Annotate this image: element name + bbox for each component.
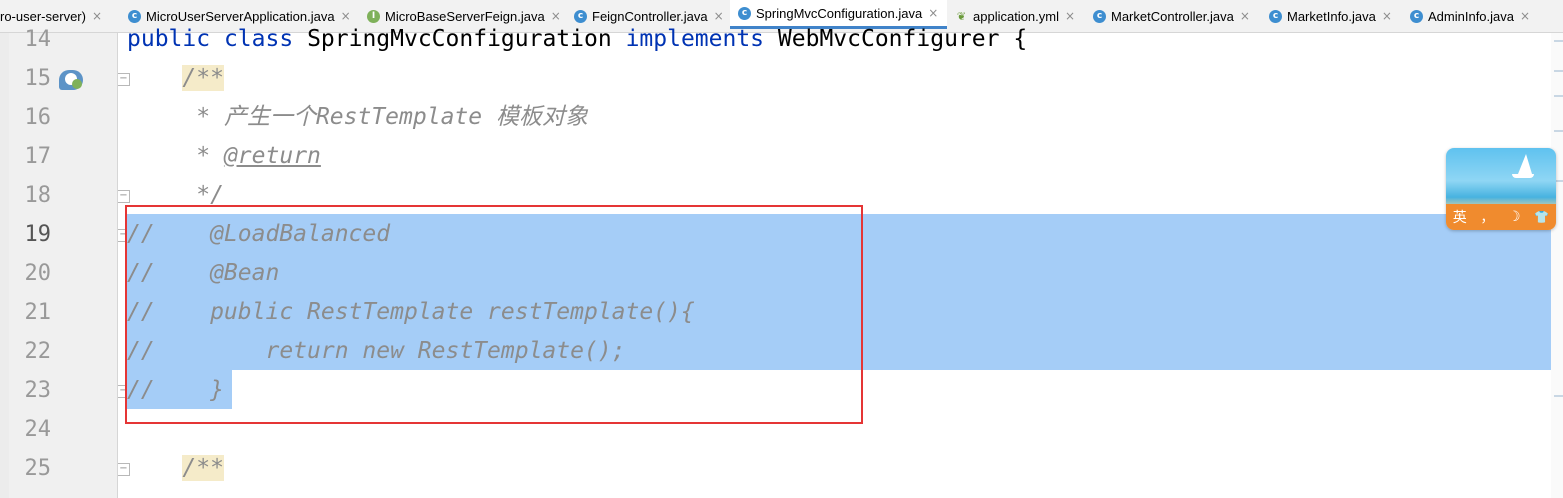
ime-punct-toggle[interactable]: ， — [1480, 207, 1494, 227]
close-icon[interactable]: × — [928, 6, 938, 20]
line-number: 20 — [24, 261, 52, 286]
shirt-icon[interactable]: 👕 — [1534, 210, 1549, 224]
sailboat-hull — [1512, 174, 1534, 178]
line-number-gutter: 14 15 16 17 18 19 20 21 22 23 24 25 − − … — [9, 27, 130, 498]
tab-label: MarketController.java — [1111, 8, 1234, 24]
close-icon[interactable]: × — [1382, 9, 1392, 23]
close-icon[interactable]: × — [1520, 9, 1530, 23]
class-icon: c — [1093, 9, 1106, 23]
code-line-14: public class SpringMvcConfiguration impl… — [127, 20, 1027, 59]
tab-label: AdminInfo.java — [1428, 8, 1514, 24]
scroll-marker[interactable] — [1554, 95, 1563, 97]
javadoc-text: * 产生一个RestTemplate 模板对象 — [196, 104, 588, 130]
code-line-25: /** — [127, 449, 224, 488]
scroll-marker[interactable] — [1554, 130, 1563, 132]
tab-market-info[interactable]: c MarketInfo.java × — [1269, 0, 1399, 32]
sailboat-icon — [1518, 154, 1532, 174]
class-icon: c — [738, 6, 751, 20]
brace: { — [1013, 26, 1028, 52]
line-number: 18 — [24, 183, 52, 208]
code-line-15: /** — [127, 59, 224, 98]
tab-admin-info[interactable]: c AdminInfo.java × — [1410, 0, 1563, 32]
class-name: SpringMvcConfiguration — [307, 26, 612, 52]
spring-bean-icon[interactable] — [59, 70, 83, 90]
keyword: public — [127, 26, 211, 52]
moon-icon[interactable]: ☽ — [1508, 209, 1521, 225]
code-line-17: * @return — [127, 137, 321, 176]
line-number: 23 — [24, 378, 52, 403]
interface-name: WebMvcConfigurer — [777, 26, 1000, 52]
tab-label: SpringMvcConfiguration.java — [756, 5, 923, 21]
line-number: 25 — [24, 456, 52, 481]
close-icon[interactable]: × — [92, 9, 102, 23]
ime-toolbar[interactable]: 英 ， ☽ 👕 — [1446, 204, 1556, 230]
tab-market-controller[interactable]: c MarketController.java × — [1093, 0, 1261, 32]
scroll-marker[interactable] — [1554, 70, 1563, 72]
javadoc-open: /** — [182, 65, 224, 91]
code-editor[interactable]: public class SpringMvcConfiguration impl… — [118, 26, 1563, 498]
scroll-marker[interactable] — [1554, 395, 1563, 397]
code-line-16: * 产生一个RestTemplate 模板对象 — [127, 98, 588, 137]
line-number: 17 — [24, 144, 52, 169]
class-icon: c — [1269, 9, 1282, 23]
code-line-23: // } — [127, 377, 224, 403]
line-number: 22 — [24, 339, 52, 364]
code-line-19: // @LoadBalanced — [127, 221, 391, 247]
keyword: class — [223, 26, 294, 52]
class-icon: c — [1410, 9, 1423, 23]
ime-widget[interactable]: 英 ， ☽ 👕 — [1446, 148, 1556, 230]
javadoc-star: * — [196, 143, 224, 169]
vertical-scrollbar[interactable] — [1551, 33, 1563, 498]
code-line-21: // public RestTemplate restTemplate(){ — [127, 299, 695, 325]
javadoc-close: */ — [196, 182, 224, 208]
tab-label: MarketInfo.java — [1287, 8, 1376, 24]
code-line-20: // @Bean — [127, 260, 280, 286]
line-number: 24 — [24, 417, 52, 442]
keyword: implements — [625, 26, 765, 52]
code-line-22: // return new RestTemplate(); — [127, 338, 626, 364]
close-icon[interactable]: × — [1240, 9, 1250, 23]
code-line-18: */ — [127, 176, 224, 215]
javadoc-open: /** — [182, 455, 224, 481]
scroll-marker[interactable] — [1554, 40, 1563, 42]
line-number: 16 — [24, 105, 52, 130]
line-number: 21 — [24, 300, 52, 325]
line-number: 14 — [24, 27, 52, 52]
ime-lang-toggle[interactable]: 英 — [1453, 207, 1467, 227]
line-number-current: 19 — [24, 222, 52, 247]
close-icon[interactable]: × — [1065, 9, 1075, 23]
javadoc-tag: @return — [223, 143, 321, 169]
line-number: 15 — [24, 66, 52, 91]
